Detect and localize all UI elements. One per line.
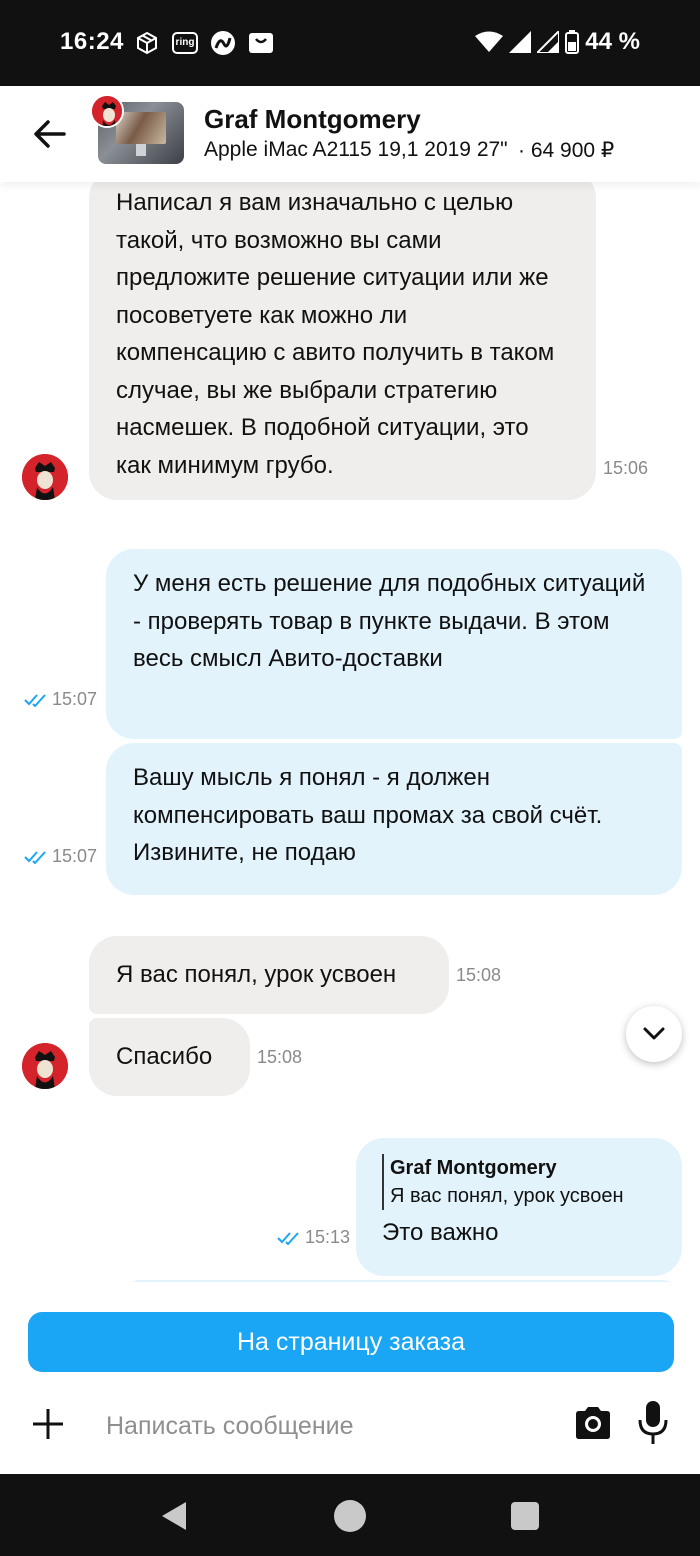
double-check-icon (277, 1232, 299, 1246)
status-bar: 16:24 ring 44 % (0, 0, 700, 86)
message-time-read: 15:13 (277, 1227, 350, 1248)
ring-icon: ring (172, 30, 198, 56)
notification-icons: ring (134, 30, 274, 56)
nav-recents-button[interactable] (511, 1502, 539, 1530)
message-outgoing-reply[interactable]: Graf Montgomery Я вас понял, урок усвоен… (356, 1138, 682, 1276)
nav-back-button[interactable] (160, 1500, 188, 1537)
message-time-read: 15:07 (24, 846, 97, 867)
double-check-icon (24, 694, 46, 708)
composer-area: На страницу заказа (0, 1282, 700, 1474)
microphone-button[interactable] (638, 1400, 668, 1446)
avatar[interactable] (22, 454, 68, 500)
plus-icon (33, 1409, 63, 1439)
message-incoming[interactable]: Спасибо (89, 1018, 250, 1096)
camera-icon (576, 1407, 610, 1439)
message-outgoing[interactable]: Вашу мысль я понял - я должен компенсиро… (106, 743, 682, 895)
message-time: 15:06 (603, 458, 649, 478)
quote-author: Graf Montgomery (390, 1157, 557, 1179)
seller-avatar-small (90, 94, 124, 128)
message-time-read: 15:07 (24, 689, 97, 710)
quote-text: Я вас понял, урок усвоен (390, 1185, 624, 1207)
arrow-left-icon (34, 120, 66, 148)
order-page-button[interactable]: На страницу заказа (28, 1312, 674, 1372)
system-nav-bar (0, 1474, 700, 1556)
message-text: Это важно (382, 1219, 499, 1246)
nav-home-button[interactable] (334, 1500, 366, 1532)
item-title: Apple iMac A2115 19,1 2019 27" i… (204, 138, 512, 161)
signal-icon (509, 31, 532, 53)
avito-icon (210, 30, 236, 56)
double-check-icon (24, 851, 46, 865)
message-input[interactable] (106, 1406, 546, 1446)
message-time: 15:08 (257, 1047, 303, 1067)
attach-button[interactable] (30, 1406, 66, 1442)
shop-icon (248, 30, 274, 56)
back-button[interactable] (28, 114, 72, 154)
quoted-message[interactable]: Graf Montgomery Я вас понял, урок усвоен (382, 1154, 662, 1210)
microphone-icon (638, 1401, 668, 1444)
scroll-down-button[interactable] (626, 1006, 682, 1062)
battery-percent: 44 % (585, 28, 640, 55)
status-time: 16:24 (60, 28, 124, 55)
seller-avatar-icon (22, 1043, 68, 1089)
item-price: · 64 900 ₽ (518, 139, 615, 162)
message-list[interactable]: Написал я вам изначально с целью такой, … (0, 182, 700, 1282)
seller-name[interactable]: Graf Montgomery (204, 104, 421, 135)
message-outgoing[interactable]: У меня есть решение для подобных ситуаци… (106, 549, 682, 739)
chat-header: Graf Montgomery Apple iMac A2115 19,1 20… (0, 86, 700, 182)
chevron-down-icon (643, 1027, 665, 1040)
battery-icon (565, 30, 580, 54)
avatar[interactable] (22, 1043, 68, 1089)
message-time: 15:08 (456, 965, 502, 985)
message-incoming[interactable]: Я вас понял, урок усвоен (89, 936, 449, 1014)
wifi-icon (475, 31, 504, 52)
item-info[interactable]: Apple iMac A2115 19,1 2019 27" i… · 64 9… (204, 138, 614, 163)
triangle-back-icon (162, 1502, 186, 1530)
message-incoming[interactable]: Написал я вам изначально с целью такой, … (89, 182, 596, 500)
signal-icon-2 (537, 31, 560, 53)
package-icon (134, 30, 160, 56)
status-right: 44 % (475, 28, 640, 56)
seller-avatar-icon (22, 454, 68, 500)
camera-button[interactable] (574, 1404, 612, 1442)
